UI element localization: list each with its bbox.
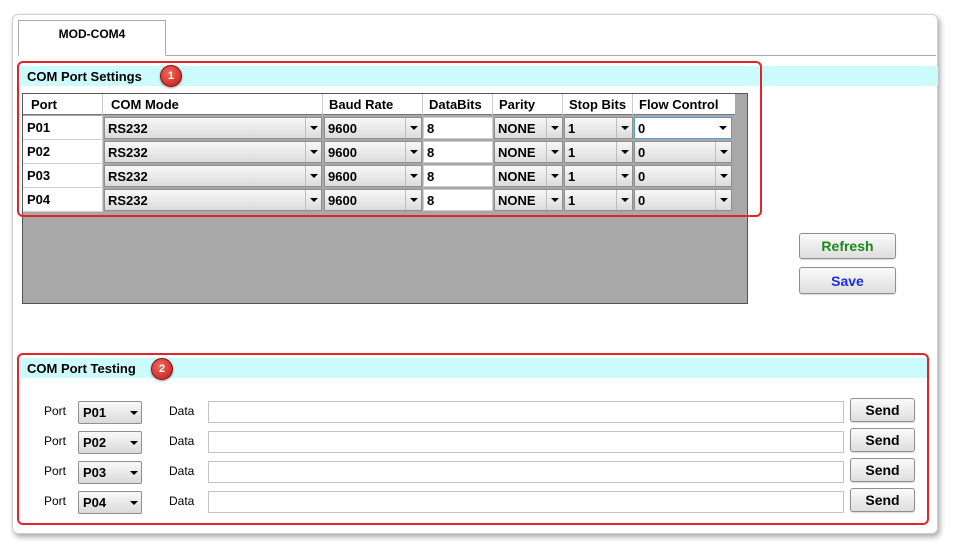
tab-strip: MOD-COM4 bbox=[18, 20, 936, 56]
settings-highlight-box bbox=[17, 61, 762, 217]
save-button[interactable]: Save bbox=[799, 267, 896, 294]
testing-highlight-box bbox=[17, 353, 929, 525]
refresh-button[interactable]: Refresh bbox=[799, 233, 896, 259]
tab-mod-com4[interactable]: MOD-COM4 bbox=[18, 20, 166, 56]
